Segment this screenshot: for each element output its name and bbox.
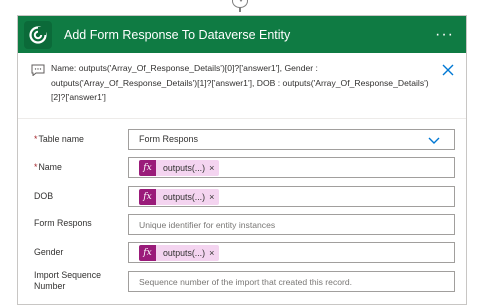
action-card-header[interactable]: Add Form Response To Dataverse Entity ··… [18,16,466,53]
field-label-text: Table name [38,134,84,144]
field-label: *Name [34,162,134,173]
name-input[interactable]: fx outputs(...) × [128,157,455,178]
action-title: Add Form Response To Dataverse Entity [64,27,291,42]
required-marker: * [34,134,38,144]
remove-token-button[interactable]: × [209,163,219,173]
field-label: DOB [34,191,54,201]
field-label: Import Sequence Number [34,270,101,291]
note-icon [31,64,45,76]
note-text: Name: outputs('Array_Of_Response_Details… [51,61,431,105]
table-name-dropdown[interactable]: Form Respons [128,129,455,150]
close-icon[interactable] [441,63,455,77]
field-label: Gender [34,247,64,257]
action-note: Name: outputs('Array_Of_Response_Details… [18,53,466,119]
gender-input[interactable]: fx outputs(...) × [128,242,455,263]
dob-input[interactable]: fx outputs(...) × [128,186,455,207]
form-respons-input[interactable]: Unique identifier for entity instances [128,214,455,235]
expression-fx-icon: fx [139,160,156,176]
token-label: outputs(...) [163,248,206,258]
note-line: outputs('Array_Of_Response_Details')[1]?… [51,77,429,88]
chevron-down-icon[interactable] [428,135,440,145]
remove-token-button[interactable]: × [209,248,219,258]
more-options-button[interactable]: ··· [435,26,454,43]
table-name-value: Form Respons [139,134,199,144]
field-label: *Table name [34,134,134,145]
dataverse-logo-icon [24,20,52,49]
token-label: outputs(...) [163,192,206,202]
input-placeholder: Unique identifier for entity instances [139,220,276,230]
field-label: Form Respons [34,218,92,228]
note-line: Name: outputs('Array_Of_Response_Details… [51,63,318,73]
remove-token-button[interactable]: × [209,192,219,202]
import-sequence-input[interactable]: Sequence number of the import that creat… [128,271,455,292]
required-marker: * [34,162,38,172]
expression-token[interactable]: fx outputs(...) × [139,189,220,205]
expression-token[interactable]: fx outputs(...) × [139,160,220,176]
field-label-text: Name [38,162,62,172]
action-card: Add Form Response To Dataverse Entity ··… [17,15,467,305]
expression-fx-icon: fx [139,245,156,261]
note-line: [2]?['answer1'] [51,92,106,102]
token-label: outputs(...) [163,163,206,173]
expression-token[interactable]: fx outputs(...) × [139,245,220,261]
arrow-down-icon [232,0,248,8]
expression-fx-icon: fx [139,189,156,205]
